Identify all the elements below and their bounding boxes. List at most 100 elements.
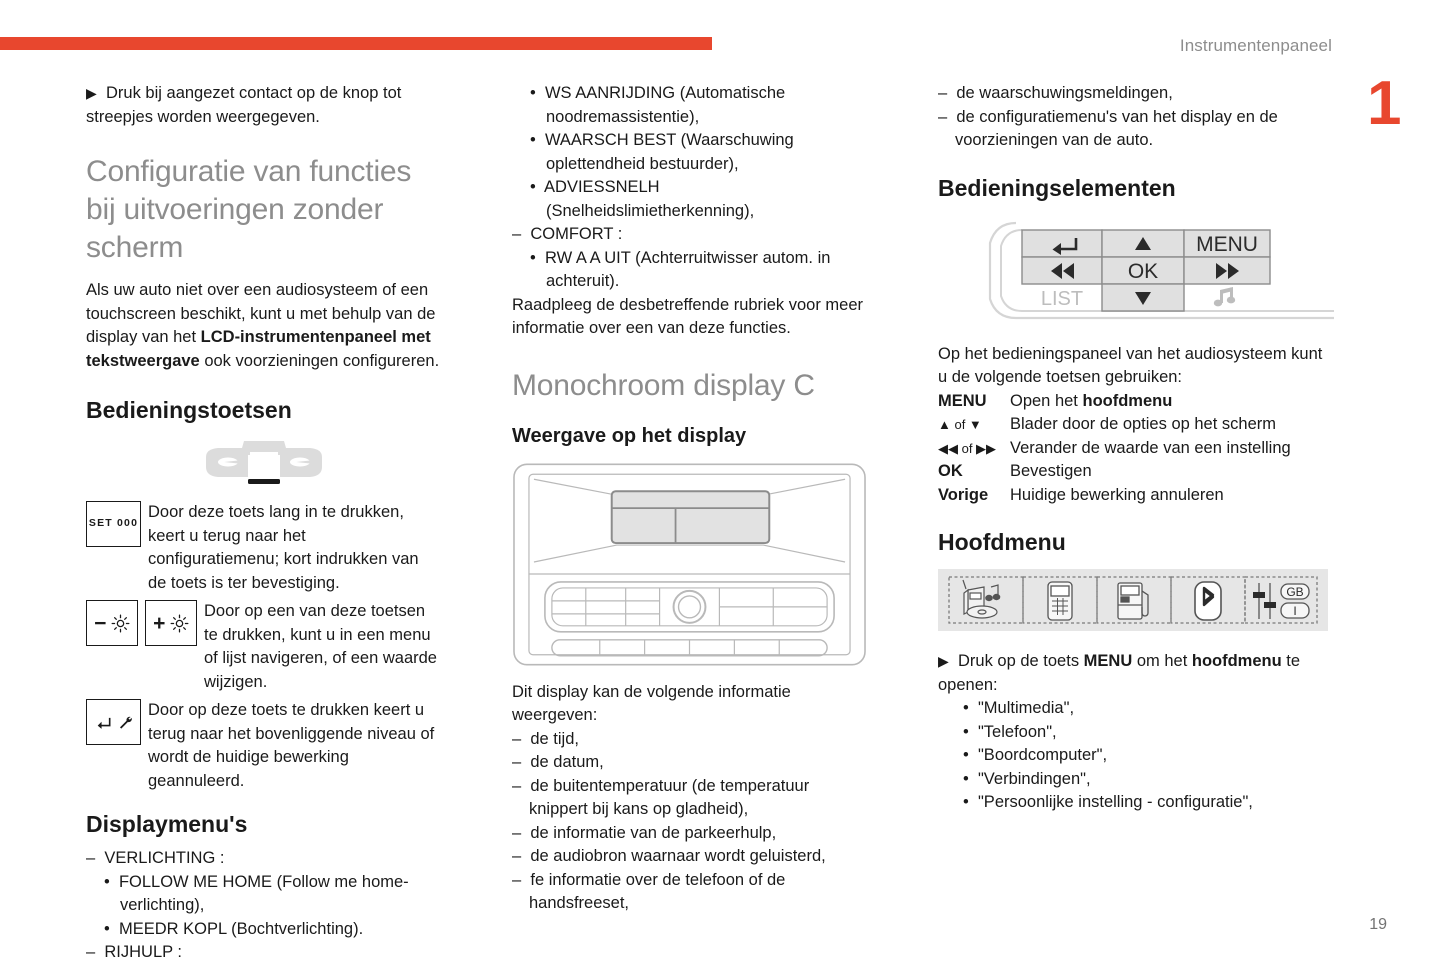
menu-button-text: MENU	[1196, 233, 1258, 256]
list-item-label: ADVIESSNELH (Snelheidslimietherkenning),	[544, 178, 755, 220]
control-key-desc: Verander de waarde van een instelling	[1010, 438, 1291, 457]
list-item-label: "Boordcomputer",	[977, 746, 1108, 764]
list-item-label: WS AANRIJDING (Automatische noodremassis…	[544, 84, 786, 126]
heading-displaymenus: Displaymenu's	[86, 811, 248, 837]
cluster-svg	[205, 441, 322, 484]
list-item: – VERLICHTING :	[86, 847, 441, 871]
column-left: ▶ Druk bij aangezet contact op de knop to…	[86, 82, 441, 964]
bluetooth-icon	[1194, 581, 1222, 621]
svg-text:GB: GB	[1286, 585, 1303, 599]
open-menu-pre: Druk op de toets	[958, 652, 1084, 670]
list-item: • "Multimedia",	[963, 699, 1075, 717]
section-title-monochroom: Monochroom display C	[512, 368, 815, 402]
dash-glyph: –	[86, 849, 96, 867]
heading-bedieningstoetsen: Bedieningstoetsen	[86, 397, 292, 423]
instrument-cluster-illustration	[86, 439, 441, 487]
bullet-glyph: •	[530, 248, 536, 267]
key-row-set000: SET 000 Door deze toets lang in te drukk…	[86, 501, 441, 595]
list-item: • ADVIESSNELH (Snelheidslimietherkenning…	[512, 176, 867, 223]
open-menu-mid: om het	[1132, 652, 1192, 670]
dash-glyph: –	[512, 225, 522, 243]
list-item-label: "Verbindingen",	[977, 769, 1091, 788]
heading-weergave: Weergave op het display	[512, 424, 747, 447]
control-key-desc: Huidige bewerking annuleren	[1010, 485, 1224, 504]
list-item: • "Verbindingen",	[963, 769, 1091, 788]
list-item: • "Telefoon",	[963, 722, 1057, 741]
wrench-icon	[119, 716, 132, 729]
page-number: 19	[1369, 916, 1387, 933]
control-key-desc-pre: Open het	[1010, 391, 1083, 410]
back-settings-button-icon[interactable]	[86, 699, 141, 745]
list-item: – de audiobron waarnaar wordt geluisterd…	[512, 847, 826, 865]
list-item-label: FOLLOW ME HOME (Follow me home-verlichti…	[118, 872, 409, 915]
open-menu-instruction: ▶ Druk op de toets MENU om het hoofdmenu …	[938, 650, 1334, 697]
bullet-glyph: •	[104, 872, 110, 891]
display-info-intro: Dit display kan de volgende informatie w…	[512, 682, 791, 725]
column-right: – de waarschuwingsmeldingen, – de config…	[938, 82, 1334, 815]
list-item: • WS AANRIJDING (Automatische noodremass…	[512, 82, 867, 129]
list-item-label: de datum,	[530, 753, 604, 771]
ok-button-text: OK	[1128, 260, 1158, 283]
control-key-label-prev-next: ◀◀ of ▶▶	[938, 440, 997, 456]
set000-label: SET 000	[88, 517, 139, 529]
brightness-description: Door op een van deze toetsen te drukken,…	[204, 602, 437, 691]
list-button-text: LIST	[1041, 288, 1083, 310]
list-item-label: de buitentemperatuur (de temperatuur kni…	[529, 776, 810, 819]
triangle-right-icon: ▶	[938, 653, 949, 669]
list-item-label: de informatie van de parkeerhulp,	[530, 823, 777, 842]
phone-icon	[1047, 581, 1073, 621]
svg-text:I: I	[1293, 604, 1296, 618]
control-key-row: OK Bevestigen	[938, 460, 1334, 484]
list-item: – RIJHULP :	[86, 941, 441, 964]
menu-strip-svg: GB I	[938, 569, 1328, 631]
list-item: • RW A A UIT (Achterruitwisser autom. in…	[512, 247, 867, 294]
back-description: Door op deze toets te drukken keert u te…	[148, 701, 435, 790]
section-title-configuratie: Configuratie van functies bij uitvoering…	[86, 155, 412, 264]
manual-page: Instrumentenpaneel 1 19 ▶ Druk bij aangez…	[0, 0, 1445, 964]
controls-intro: Op het bedieningspaneel van het audiosys…	[938, 344, 1323, 387]
minus-sign: −	[94, 611, 107, 635]
bullet-glyph: •	[530, 178, 536, 196]
list-item: – de waarschuwingsmeldingen,	[938, 84, 1173, 102]
consult-paragraph: Raadpleeg de desbetreffende rubriek voor…	[512, 295, 864, 338]
control-key-row: Vorige Huidige bewerking annuleren	[938, 484, 1334, 508]
key-row-brightness: − + Door op een van deze toetsen te druk…	[86, 600, 441, 694]
control-key-label: Vorige	[938, 485, 989, 504]
list-item: – de informatie van de parkeerhulp,	[512, 823, 777, 842]
list-item-label: RW A A UIT (Achterruitwisser autom. in a…	[544, 248, 831, 291]
dash-glyph: –	[86, 943, 96, 961]
control-key-label-up-down: ▲ of ▼	[938, 417, 982, 432]
list-item: • "Boordcomputer",	[963, 746, 1108, 764]
list-item: – COMFORT :	[512, 223, 867, 247]
intro-instruction: ▶ Druk bij aangezet contact op de knop to…	[86, 82, 441, 129]
list-item-label: VERLICHTING :	[104, 849, 225, 867]
return-arrow-icon	[97, 717, 110, 729]
list-item-label: COMFORT :	[530, 225, 623, 243]
music-note-icon	[1213, 286, 1236, 306]
list-item-label: "Telefoon",	[977, 722, 1057, 741]
page-header-title: Instrumentenpaneel	[1179, 36, 1332, 55]
open-menu-bold-hoofdmenu: hoofdmenu	[1191, 652, 1282, 670]
set000-button-icon[interactable]: SET 000	[86, 501, 141, 547]
intro-instruction-text: Druk bij aangezet contact op de knop tot…	[86, 84, 402, 126]
plus-sign: +	[153, 611, 166, 635]
brightness-plus-button-icon[interactable]: +	[145, 600, 197, 646]
brightness-minus-button-icon[interactable]: −	[86, 600, 138, 646]
control-key-desc-bold: hoofdmenu	[1082, 391, 1173, 410]
heading-bedieningselementen: Bedieningselementen	[938, 174, 1176, 201]
list-item-label: fe informatie over de telefoon of de han…	[529, 870, 786, 913]
list-item-label: de audiobron waarnaar wordt geluisterd,	[530, 847, 826, 865]
control-key-desc: Open het hoofdmenu	[1010, 390, 1172, 414]
list-item: – de buitentemperatuur (de temperatuur k…	[512, 776, 810, 819]
list-item-label: MEEDR KOPL (Bochtverlichting).	[118, 919, 364, 938]
open-menu-bold-menu: MENU	[1083, 652, 1133, 670]
paragraph-part-2: ook voorzieningen configureren.	[199, 351, 440, 370]
list-item-label: de configuratiemenu's van het display en…	[955, 107, 1278, 150]
control-key-row: ◀◀ of ▶▶ Verander de waarde van een inst…	[938, 437, 1334, 461]
list-item-label: WAARSCH BEST (Waarschuwing oplettendheid…	[544, 131, 794, 173]
header-accent-bar	[0, 37, 712, 50]
brightness-sun-icon	[111, 614, 130, 632]
list-item: – de datum,	[512, 753, 604, 771]
list-item-label: "Persoonlijke instelling - configuratie"…	[977, 793, 1253, 811]
column-middle: • WS AANRIJDING (Automatische noodremass…	[512, 82, 867, 916]
